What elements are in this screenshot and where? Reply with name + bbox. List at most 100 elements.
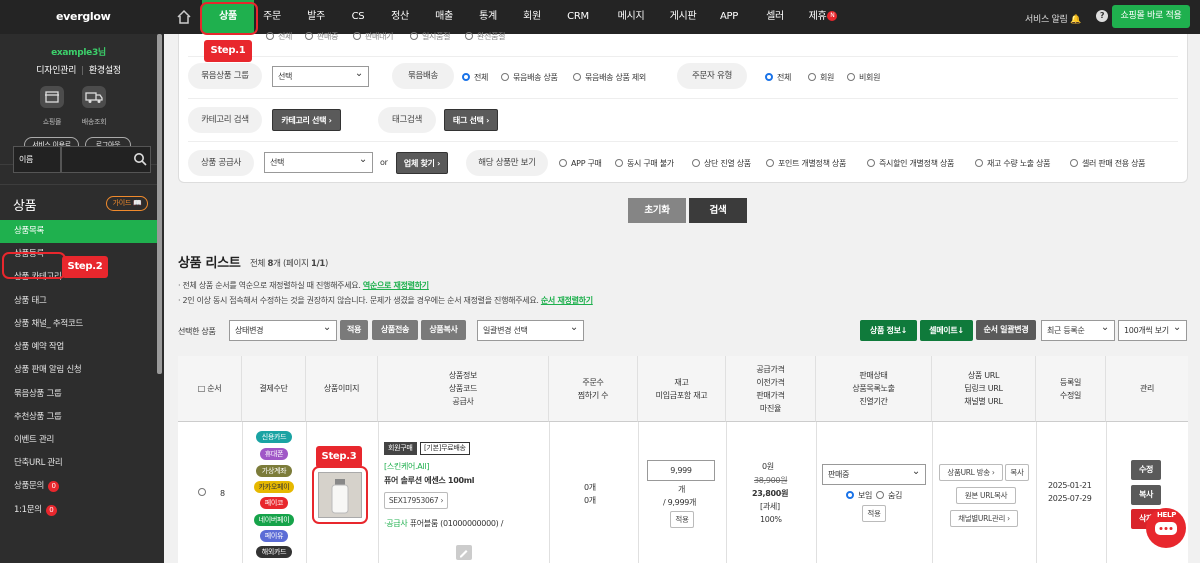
nav-app[interactable]: APP bbox=[714, 0, 744, 34]
col-border bbox=[932, 422, 933, 563]
product-brand[interactable]: [스킨케어.All] bbox=[384, 461, 429, 472]
sidebar-item-channel[interactable]: 상품 채널_ 추적코드 bbox=[0, 313, 157, 336]
view-check-point[interactable]: 포인트 개별정책 상품 bbox=[766, 158, 846, 169]
product-url-button[interactable]: 상품URL 방송 › bbox=[939, 464, 1003, 481]
edit-pencil-icon[interactable] bbox=[456, 545, 472, 560]
shop-icon[interactable] bbox=[40, 86, 64, 108]
orderer-radio-guest[interactable]: 비회원 bbox=[847, 72, 880, 83]
tag-select-button[interactable]: 태그 선택 › bbox=[444, 109, 498, 131]
category-search-label: 카테고리 검색 bbox=[188, 107, 262, 133]
orderer-radio-member[interactable]: 회원 bbox=[808, 72, 834, 83]
view-check-app[interactable]: APP 구매 bbox=[559, 158, 602, 169]
view-check-seller[interactable]: 셀러 판매 전용 상품 bbox=[1070, 158, 1146, 169]
nav-member[interactable]: 회원 bbox=[516, 0, 548, 34]
status-check-selling[interactable]: 판매중 bbox=[305, 31, 338, 42]
sidebar-item-reservation[interactable]: 상품 예약 작업 bbox=[0, 336, 157, 359]
view-check-discount[interactable]: 즉시할인 개별정책 상품 bbox=[867, 158, 954, 169]
reverse-sort-link[interactable]: 역순으로 재정렬하기 bbox=[363, 281, 429, 290]
sidebar-scrollbar[interactable] bbox=[157, 34, 162, 374]
help-icon[interactable]: ? bbox=[1096, 10, 1108, 22]
view-check-nobundle[interactable]: 동시 구매 불가 bbox=[615, 158, 674, 169]
product-name[interactable]: 퓨어 솔루션 에센스 100ml bbox=[384, 475, 475, 486]
nav-message[interactable]: 메시지 bbox=[612, 0, 650, 34]
stock-apply-button[interactable]: 적용 bbox=[670, 511, 694, 528]
search-button[interactable]: 검색 bbox=[689, 198, 747, 223]
row-checkbox[interactable] bbox=[198, 488, 210, 497]
bundle-group-select[interactable]: 선택 bbox=[272, 64, 369, 87]
origin-url-copy-button[interactable]: 원본 URL복사 bbox=[956, 487, 1016, 504]
view-check-top[interactable]: 상단 진열 상품 bbox=[692, 158, 751, 169]
th-url: 상품 URL 딥링크 URL 채널별 URL bbox=[932, 356, 1036, 422]
product-code-button[interactable]: SEX17953067 › bbox=[384, 492, 448, 509]
channel-url-button[interactable]: 채널별URL관리 › bbox=[950, 510, 1018, 527]
th-order[interactable]: □ 순서 bbox=[178, 356, 242, 422]
nav-crm[interactable]: CRMN bbox=[562, 0, 594, 55]
sidebar-item-event[interactable]: 이벤트 관리 bbox=[0, 429, 157, 452]
apply-button[interactable]: 적용 bbox=[340, 320, 368, 340]
sidebar-item-tag[interactable]: 상품 태그 bbox=[0, 290, 157, 313]
url-copy-button[interactable]: 복사 bbox=[1005, 464, 1029, 481]
logo[interactable]: everglow bbox=[56, 10, 111, 23]
product-copy-button[interactable]: 상품복사 bbox=[421, 320, 466, 340]
search-type-select[interactable]: 이름 bbox=[13, 146, 61, 173]
product-info-download-button[interactable]: 상품 정보↓ bbox=[860, 320, 917, 341]
order-batch-button[interactable]: 순서 일괄변경 bbox=[976, 320, 1036, 340]
company-find-button[interactable]: 업체 찾기 › bbox=[396, 152, 448, 174]
status-check-waiting[interactable]: 판매대기 bbox=[353, 31, 394, 42]
show-radio[interactable]: 보임 bbox=[846, 490, 872, 501]
pay-tag-vaccount: 가상계좌 bbox=[256, 465, 292, 477]
status-check-all[interactable]: 전체 bbox=[266, 31, 292, 42]
status-check-soldout[interactable]: 완전품절 bbox=[465, 31, 506, 42]
edit-button[interactable]: 수정 bbox=[1131, 460, 1161, 480]
sidebar-item-product-list[interactable]: 상품목록 bbox=[0, 220, 157, 243]
col-border bbox=[378, 422, 379, 563]
home-icon[interactable] bbox=[176, 9, 192, 25]
nav-stats[interactable]: 통계 bbox=[472, 0, 504, 34]
product-transfer-button[interactable]: 상품전송 bbox=[372, 320, 418, 340]
divider bbox=[188, 56, 1178, 57]
sidebar-item-short-url[interactable]: 단축URL 관리 bbox=[0, 452, 157, 475]
supplier-select[interactable]: 선택 bbox=[264, 150, 373, 173]
design-link[interactable]: 디자인관리 bbox=[36, 66, 76, 76]
duplicate-button[interactable]: 복사 bbox=[1131, 485, 1161, 505]
bundle-ship-radio-all[interactable]: 전체 bbox=[462, 72, 488, 83]
nav-seller[interactable]: 셀러 bbox=[760, 0, 790, 34]
apply-to-shop-button[interactable]: 쇼핑몰 바로 적용 bbox=[1112, 5, 1190, 28]
reset-button[interactable]: 초기화 bbox=[628, 198, 686, 223]
nav-cs[interactable]: CS bbox=[342, 0, 374, 34]
guide-button[interactable]: 가이드 📖 bbox=[106, 196, 148, 211]
search-icon[interactable] bbox=[133, 152, 147, 166]
hide-radio[interactable]: 숨김 bbox=[876, 490, 902, 501]
status-check-soldout-temp[interactable]: 일시품절 bbox=[410, 31, 451, 42]
nav-settlement[interactable]: 정산 bbox=[384, 0, 416, 34]
orderer-radio-all[interactable]: 전체 bbox=[765, 72, 791, 83]
sort-select[interactable]: 최근 등록순 bbox=[1041, 318, 1115, 341]
nav-order[interactable]: 주문 bbox=[256, 0, 288, 34]
help-chat-icon[interactable]: HELP bbox=[1146, 508, 1186, 548]
reorder-link[interactable]: 순서 재정렬하기 bbox=[541, 296, 593, 305]
bundle-ship-radio-bundle[interactable]: 묶음배송 상품 bbox=[501, 72, 558, 83]
nav-purchase[interactable]: 발주 bbox=[300, 0, 332, 34]
delivery-truck-icon[interactable] bbox=[82, 86, 106, 108]
category-select-button[interactable]: 카테고리 선택 › bbox=[272, 109, 341, 131]
view-check-stock[interactable]: 재고 수량 노출 상품 bbox=[975, 158, 1051, 169]
nav-partner[interactable]: 제휴 N bbox=[806, 0, 840, 34]
status-change-select[interactable]: 상태변경 bbox=[229, 318, 337, 341]
status-apply-button[interactable]: 적용 bbox=[862, 505, 886, 522]
sidebar-item-inquiry[interactable]: 상품문의 0 bbox=[0, 475, 157, 498]
settings-link[interactable]: 환경설정 bbox=[89, 66, 121, 76]
stock-input[interactable]: 9,999 bbox=[647, 460, 715, 481]
cellmate-download-button[interactable]: 셀메이트↓ bbox=[920, 320, 973, 341]
sidebar-item-recommend-group[interactable]: 추천상품 그룹 bbox=[0, 406, 157, 429]
sale-status-select[interactable]: 판매중 bbox=[822, 462, 926, 485]
sidebar-item-sale-alert[interactable]: 상품 판매 알림 신청 bbox=[0, 359, 157, 382]
nav-board[interactable]: 게시판 bbox=[664, 0, 702, 34]
sidebar-item-bundle-group[interactable]: 묶음상품 그룹 bbox=[0, 383, 157, 406]
batch-change-select[interactable]: 일괄변경 선택 bbox=[477, 318, 584, 341]
nav-sales[interactable]: 매출 bbox=[428, 0, 460, 34]
bundle-ship-radio-exclude[interactable]: 묶음배송 상품 제외 bbox=[573, 72, 646, 83]
sidebar-item-qna[interactable]: 1:1문의 0 bbox=[0, 499, 157, 522]
service-alarm[interactable]: 서비스 알림 🔔 bbox=[1025, 12, 1081, 25]
per-page-select[interactable]: 100개씩 보기 bbox=[1118, 318, 1187, 341]
list-title: 상품 리스트 bbox=[178, 256, 241, 271]
